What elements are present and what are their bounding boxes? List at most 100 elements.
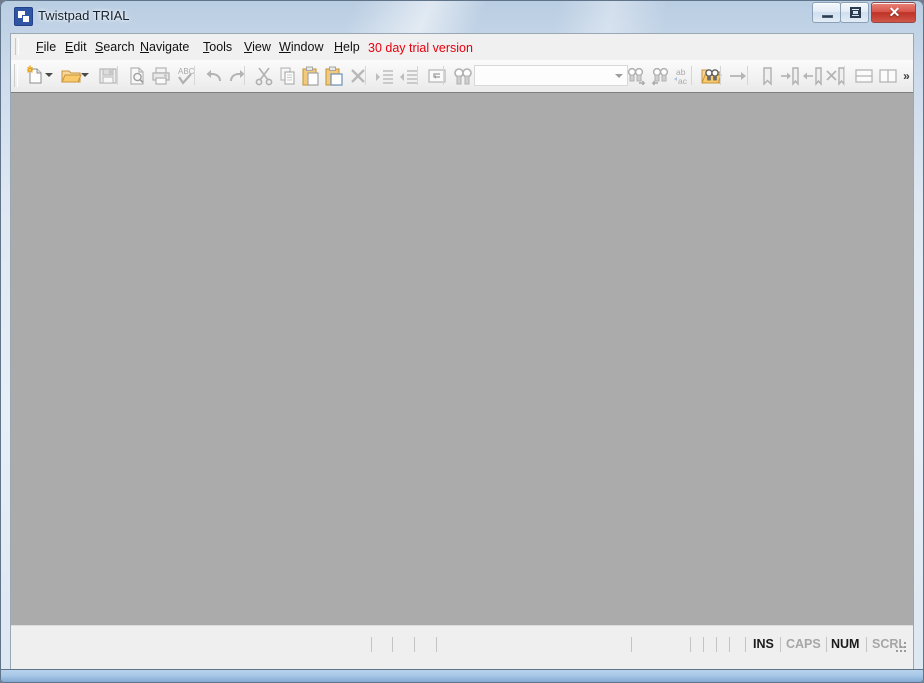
- word-wrap-button[interactable]: [425, 64, 449, 88]
- word-wrap-icon: [428, 69, 446, 83]
- close-icon: ✕: [888, 4, 901, 20]
- toolbar-separator: [117, 66, 118, 85]
- delete-icon: [351, 69, 365, 83]
- toolbar-overflow-button[interactable]: »: [900, 65, 913, 87]
- status-separator: [631, 637, 632, 652]
- status-separator: [745, 637, 746, 652]
- status-separator: [716, 637, 717, 652]
- status-separator: [436, 637, 437, 652]
- menu-bar: File Edit Search Navigate Tools View Win…: [11, 34, 913, 61]
- paste-special-button[interactable]: [322, 64, 346, 88]
- search-input[interactable]: [478, 68, 612, 86]
- status-separator: [729, 637, 730, 652]
- open-file-button[interactable]: [59, 64, 83, 88]
- status-indicator-ins[interactable]: INS: [753, 637, 774, 652]
- new-file-dropdown-icon[interactable]: [45, 73, 53, 78]
- open-folder-icon: [61, 70, 82, 83]
- toolbar-separator: [244, 66, 245, 85]
- status-separator: [866, 637, 867, 652]
- new-file-icon: [26, 65, 42, 84]
- toolbar-separator: [417, 66, 418, 85]
- toolbar-separator: [443, 66, 444, 85]
- new-file-button[interactable]: [23, 64, 47, 88]
- find-button[interactable]: [451, 64, 475, 88]
- menu-item-tools[interactable]: Tools: [198, 38, 237, 56]
- close-button[interactable]: ✕: [871, 2, 916, 23]
- status-separator: [414, 637, 415, 652]
- status-separator: [826, 637, 827, 652]
- indent-button[interactable]: [373, 64, 397, 88]
- window-client-area: File Edit Search Navigate Tools View Win…: [10, 33, 914, 670]
- undo-icon: [206, 70, 221, 82]
- find-next-button[interactable]: [625, 64, 649, 88]
- open-file-dropdown-icon[interactable]: [81, 73, 89, 78]
- mdi-client-area[interactable]: [11, 92, 913, 626]
- cut-icon: [255, 67, 273, 86]
- print-preview-button[interactable]: [125, 64, 149, 88]
- menu-item-window[interactable]: Window: [274, 38, 328, 56]
- toggle-bookmark-icon: [763, 67, 772, 86]
- copy-button[interactable]: [276, 64, 300, 88]
- split-vertical-icon: [879, 69, 897, 83]
- menu-item-edit[interactable]: Edit: [60, 38, 92, 56]
- restore-button[interactable]: [840, 2, 869, 23]
- paste-special-icon: [325, 66, 343, 86]
- indent-icon: [376, 70, 393, 84]
- toolbar-separator: [691, 66, 692, 85]
- find-icon: [454, 68, 472, 85]
- previous-bookmark-icon: [803, 67, 822, 86]
- print-preview-icon: [130, 67, 144, 85]
- find-previous-icon: [651, 67, 669, 86]
- split-horizontal-button[interactable]: [852, 64, 876, 88]
- menu-item-search[interactable]: Search: [90, 38, 140, 56]
- status-indicator-num[interactable]: NUM: [831, 637, 859, 652]
- toolbar-separator: [720, 66, 721, 85]
- minimize-button[interactable]: [812, 2, 841, 23]
- find-next-icon: [627, 67, 646, 86]
- window-title: Twistpad TRIAL: [38, 8, 130, 23]
- menu-item-help[interactable]: Help: [329, 38, 365, 56]
- status-separator: [371, 637, 372, 652]
- menu-item-file[interactable]: File: [31, 38, 61, 56]
- title-bar[interactable]: Twistpad TRIAL ✕: [0, 0, 924, 33]
- paste-button[interactable]: [299, 64, 323, 88]
- toolbar-separator: [747, 66, 748, 85]
- redo-icon: [230, 70, 245, 82]
- menu-item-view[interactable]: View: [239, 38, 276, 56]
- print-button[interactable]: [149, 64, 173, 88]
- toolbar-separator: [844, 66, 845, 85]
- previous-bookmark-button[interactable]: [801, 64, 825, 88]
- status-separator: [392, 637, 393, 652]
- status-separator: [703, 637, 704, 652]
- toolbar-grip[interactable]: [14, 64, 18, 87]
- cut-button[interactable]: [252, 64, 276, 88]
- menu-grip[interactable]: [15, 38, 19, 55]
- delete-button[interactable]: [346, 64, 370, 88]
- app-window-icon[interactable]: [14, 7, 33, 26]
- svg-text:ac: ac: [678, 76, 688, 86]
- toolbar-separator: [365, 66, 366, 85]
- trial-notice: 30 day trial version: [368, 41, 473, 55]
- copy-icon: [280, 67, 295, 85]
- paste-icon: [302, 66, 319, 86]
- next-bookmark-button[interactable]: [778, 64, 802, 88]
- application-window: Twistpad TRIAL ✕ File Edit Search Naviga…: [0, 0, 924, 683]
- menu-item-navigate[interactable]: Navigate: [135, 38, 194, 56]
- main-toolbar: ABC ab ac »: [11, 60, 913, 93]
- undo-button[interactable]: [202, 64, 226, 88]
- search-combobox[interactable]: [474, 65, 628, 86]
- redo-button[interactable]: [225, 64, 249, 88]
- resize-grip-icon[interactable]: [896, 642, 908, 654]
- status-bar: INS CAPS NUM SCRL: [11, 625, 913, 670]
- find-previous-button[interactable]: [648, 64, 672, 88]
- toggle-bookmark-button[interactable]: [755, 64, 779, 88]
- chevron-down-icon[interactable]: [615, 74, 623, 78]
- status-separator: [780, 637, 781, 652]
- status-indicator-caps[interactable]: CAPS: [786, 637, 821, 652]
- status-separator: [690, 637, 691, 652]
- svg-text:ABC: ABC: [178, 67, 195, 76]
- next-bookmark-icon: [781, 67, 799, 86]
- split-horizontal-icon: [855, 69, 873, 83]
- toolbar-separator: [194, 66, 195, 85]
- split-vertical-button[interactable]: [876, 64, 900, 88]
